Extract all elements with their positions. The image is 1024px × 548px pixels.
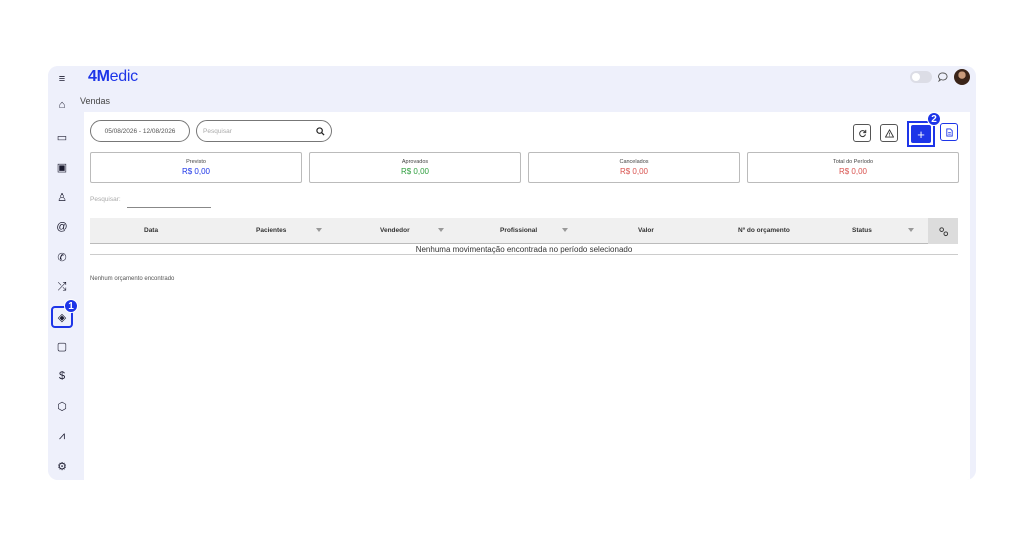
user-icon[interactable]: ♙ xyxy=(52,187,72,207)
logo-bold: 4M xyxy=(88,68,110,85)
inbox-icon[interactable]: ▣ xyxy=(52,157,72,177)
shuffle-icon[interactable]: ⤮ xyxy=(52,277,72,297)
summary-card-total: Total do Período R$ 0,00 xyxy=(747,152,959,183)
step-badge-1: 1 xyxy=(64,299,78,313)
table-header: Data Pacientes Vendedor Profissional Val… xyxy=(90,218,958,244)
summary-label: Previsto xyxy=(186,159,206,165)
empty-budget-note: Nenhum orçamento encontrado xyxy=(90,276,175,282)
user-avatar[interactable] xyxy=(954,69,970,85)
document-button[interactable] xyxy=(940,123,958,141)
app-logo[interactable]: 4Medic xyxy=(88,68,138,86)
column-settings-button[interactable] xyxy=(928,218,958,244)
summary-card-cancelados: Cancelados R$ 0,00 xyxy=(528,152,740,183)
search-icon[interactable] xyxy=(316,126,325,136)
filter-label: Pesquisar: xyxy=(90,196,121,203)
search-box xyxy=(196,120,332,142)
add-button-label: + xyxy=(911,125,931,143)
filter-status-icon[interactable] xyxy=(908,228,914,232)
column-header-pacientes[interactable]: Pacientes xyxy=(256,218,286,244)
logo-rest: edic xyxy=(109,68,138,85)
summary-card-previsto: Previsto R$ 0,00 xyxy=(90,152,302,183)
alert-button[interactable] xyxy=(880,124,898,142)
column-header-vendedor[interactable]: Vendedor xyxy=(380,218,410,244)
date-range-picker[interactable]: 05/08/2026 - 12/08/2026 xyxy=(90,120,190,142)
chart-icon[interactable]: ⩘ xyxy=(52,426,72,446)
header-actions xyxy=(910,68,970,86)
phone-icon[interactable]: ✆ xyxy=(52,247,72,267)
filter-vendedor-icon[interactable] xyxy=(438,228,444,232)
summary-value: R$ 0,00 xyxy=(619,167,649,176)
at-icon[interactable]: @ xyxy=(52,217,72,237)
page-title: Vendas xyxy=(80,96,111,106)
calendar-icon[interactable]: ▭ xyxy=(52,127,72,147)
column-header-orcamento[interactable]: Nº do orçamento xyxy=(738,218,790,244)
home-icon[interactable]: ⌂ xyxy=(52,95,72,115)
app-window: ≡ ⌂ ▭ ▣ ♙ @ ✆ ⤮ ◈ ▢ $ ⬡ ⩘ ⚙ 4Medic Vendas 05/08/2026 … xyxy=(48,66,976,480)
column-header-data[interactable]: Data xyxy=(144,218,158,244)
summary-label: Total do Período xyxy=(832,159,874,165)
dollar-icon[interactable]: $ xyxy=(52,366,72,386)
menu-icon[interactable]: ≡ xyxy=(52,69,72,89)
theme-toggle[interactable] xyxy=(910,71,932,83)
summary-value: R$ 0,00 xyxy=(400,167,430,176)
summary-value: R$ 0,00 xyxy=(181,167,211,176)
column-header-profissional[interactable]: Profissional xyxy=(500,218,537,244)
warning-icon xyxy=(884,128,894,138)
summary-card-aprovados: Aprovados R$ 0,00 xyxy=(309,152,521,183)
column-header-valor[interactable]: Valor xyxy=(638,218,654,244)
settings-icon[interactable]: ⚙ xyxy=(52,456,72,476)
filter-pacientes-icon[interactable] xyxy=(316,228,322,232)
column-header-status[interactable]: Status xyxy=(852,218,872,244)
filter-profissional-icon[interactable] xyxy=(562,228,568,232)
table-empty-message: Nenhuma movimentação encontrada no perío… xyxy=(90,244,958,255)
settings-icon xyxy=(938,226,948,236)
refresh-button[interactable] xyxy=(853,124,871,142)
chat-icon[interactable] xyxy=(938,72,948,82)
summary-value: R$ 0,00 xyxy=(838,167,868,176)
document-icon xyxy=(945,127,953,137)
step-badge-2: 2 xyxy=(927,112,941,126)
summary-label: Aprovados xyxy=(401,159,429,165)
sidebar: ≡ ⌂ ▭ ▣ ♙ @ ✆ ⤮ ◈ ▢ $ ⬡ ⩘ ⚙ xyxy=(48,66,76,480)
filter-input[interactable] xyxy=(127,207,211,208)
box-icon[interactable]: ⬡ xyxy=(52,396,72,416)
refresh-icon xyxy=(858,129,866,137)
clipboard-icon[interactable]: ▢ xyxy=(52,336,72,356)
main-panel: 05/08/2026 - 12/08/2026 + Previsto R$ 0,… xyxy=(84,112,970,480)
search-input[interactable] xyxy=(203,127,303,135)
summary-label: Cancelados xyxy=(619,159,649,165)
